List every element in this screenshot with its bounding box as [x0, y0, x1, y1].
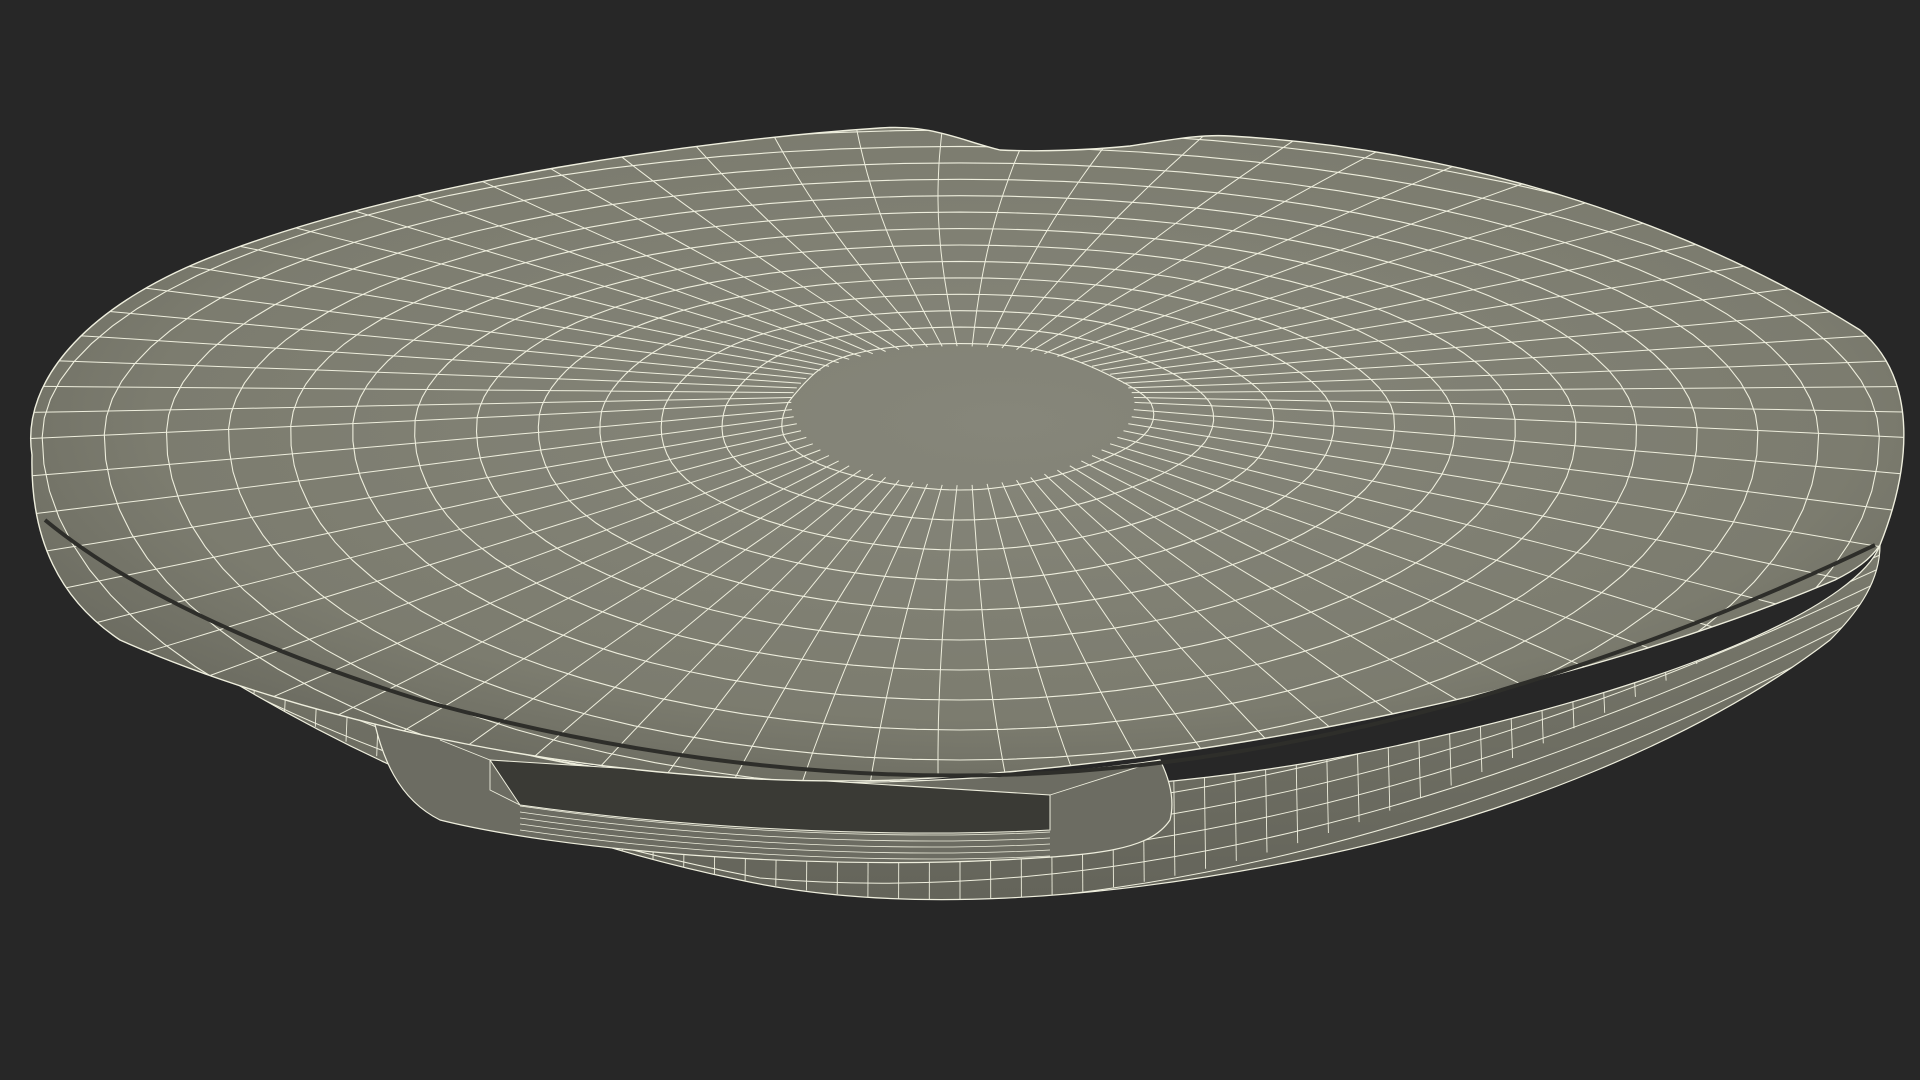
render-viewport — [0, 0, 1920, 1080]
wireframe-render — [0, 0, 1920, 1080]
